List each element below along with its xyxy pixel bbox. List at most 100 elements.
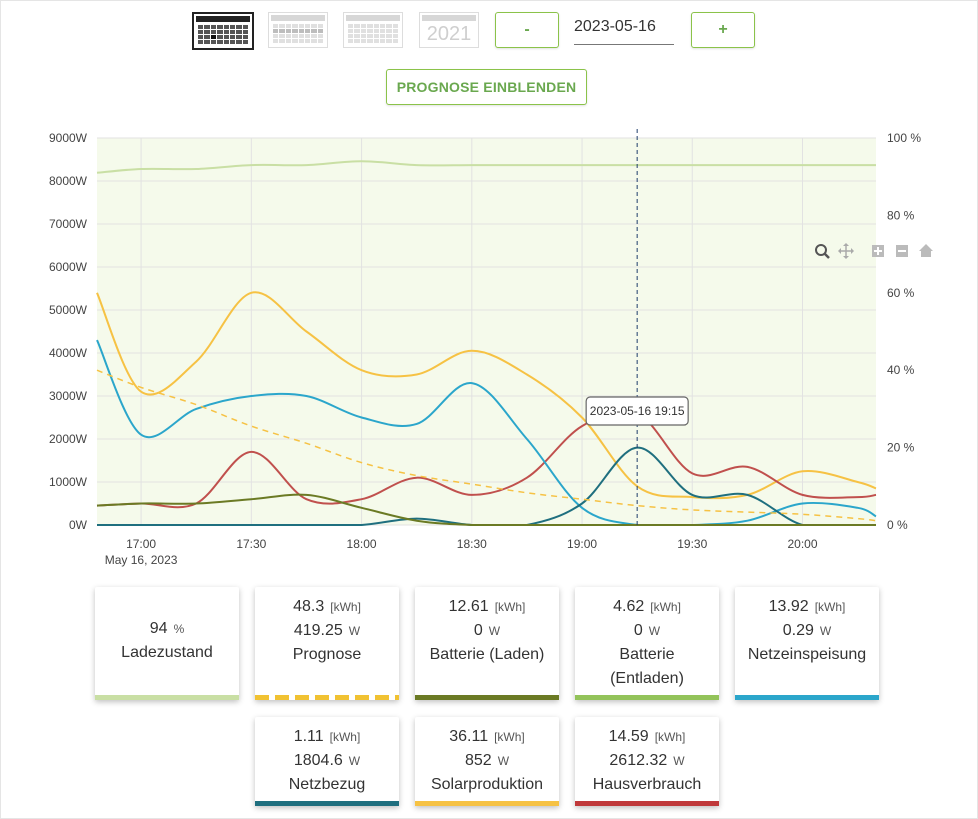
card-solarproduktion: 36.11 [kWh] 852 W Solarproduktion [415,717,559,806]
card-power-value: 0 [473,622,483,639]
card-power-line: 0.29 W [735,619,879,643]
zoom-in-icon[interactable] [872,245,884,257]
card-power-value: 0 [633,622,643,639]
card-energy-unit: [kWh] [494,730,525,744]
x-tick-label: 20:00 [787,537,817,551]
card-energy-line: 14.59 [kWh] [575,725,719,749]
calendar-icon-head [271,15,325,21]
y-right-tick-label: 40 % [887,363,915,377]
card-netzbezug: 1.11 [kWh] 1804.6 W Netzbezug [255,717,399,806]
x-axis-labels: 17:00 17:30 18:00 18:30 19:00 19:30 20:00 May 1… [105,537,818,567]
day-view-button[interactable] [192,12,254,50]
tooltip-text: 2023-05-16 19:15 [590,404,685,418]
card-label: Netzeinspeisung [747,646,867,663]
card-energy-value: 14.59 [608,728,649,745]
card-content: 94% Ladezustand [95,587,239,665]
previous-day-button[interactable]: - [495,12,559,48]
card-label: Batterie (Laden) [429,646,545,663]
calendar-icon-head [346,15,400,21]
card-power-line: 0W [575,619,719,643]
week-view-button[interactable] [268,12,328,48]
card-color-bar [575,801,719,806]
card-energy-line: 48.3 [kWh] [255,595,399,619]
card-color-bar [575,695,719,700]
card-energy-value: 1.11 [293,728,324,745]
card-energy-value: 4.62 [613,598,645,615]
y-axis-left-labels: 0W 1000W 2000W 3000W 4000W 5000W 6000W 7000W 800… [49,131,88,532]
energy-chart-svg[interactable]: 0W 1000W 2000W 3000W 4000W 5000W 6000W 7000W 800… [0,118,978,578]
home-icon[interactable] [919,244,933,257]
card-power-line: 852 W [415,749,559,773]
card-energy-line: 36.11 [kWh] [415,725,559,749]
card-energy-unit: [kWh] [654,730,686,744]
y-axis-right-labels: 0 % 20 % 40 % 60 % 80 % 100 % [887,131,921,532]
year-view-button[interactable]: 2021 [419,12,479,48]
card-power-unit: W [497,754,510,768]
card-color-bar [415,801,559,806]
card-content: 48.3 [kWh] 419.25 W Prognose [255,587,399,667]
card-content: 13.92 [kWh] 0.29 W Netzeinspeisung [735,587,879,667]
card-energy-value: 48.3 [293,598,325,615]
month-view-button[interactable] [343,12,403,48]
card-energy-line: 1.11 [kWh] [255,725,399,749]
card-power-unit: W [348,624,361,638]
card-energy-unit: [kWh] [330,600,361,614]
calendar-icon-head [422,15,476,21]
y-right-tick-label: 20 % [887,441,915,455]
show-forecast-button[interactable]: PROGNOSE EINBLENDEN [386,69,587,105]
plot-background [97,138,876,525]
calendar-icon-head [196,16,250,22]
card-color-bar [255,695,399,700]
card-energy-line: 13.92 [kWh] [735,595,879,619]
card-hausverbrauch: 14.59 [kWh] 2612.32 W Hausverbrauch [575,717,719,806]
card-power-value: 0.29 [782,622,814,639]
zoom-out-icon[interactable] [896,245,908,257]
x-date-label: May 16, 2023 [105,553,178,567]
chart-tooltip: 2023-05-16 19:15 [585,396,689,426]
card-power-line: 419.25 W [255,619,399,643]
y-left-tick-label: 3000W [49,389,88,403]
card-power-unit: W [488,624,501,638]
next-day-button[interactable]: + [691,12,755,48]
card-energy-line: 4.62 [kWh] [575,595,719,619]
card-power-line: 1804.6 W [255,749,399,773]
card-energy-unit: [kWh] [329,730,361,744]
card-energy-unit: [kWh] [650,600,681,614]
energy-chart[interactable]: 0W 1000W 2000W 3000W 4000W 5000W 6000W 7000W 800… [0,118,978,578]
card-energy-line: 12.61 [kWh] [415,595,559,619]
calendar-week-icon [273,24,323,43]
card-energy-unit: % [173,622,185,636]
card-power-unit: W [819,624,832,638]
y-left-tick-label: 7000W [49,217,88,231]
y-left-tick-label: 0W [69,518,88,532]
card-color-bar [255,801,399,806]
card-power-value: 419.25 [293,622,343,639]
card-power-unit: W [648,624,661,638]
card-batterie-laden: 12.61 [kWh] 0 W Batterie (Laden) [415,587,559,700]
card-content: 1.11 [kWh] 1804.6 W Netzbezug [255,717,399,797]
x-tick-label: 19:00 [567,537,597,551]
date-input[interactable]: 2023-05-16 [574,18,674,45]
year-view-label: 2021 [426,23,472,45]
card-ladezustand: 94% Ladezustand [95,587,239,700]
y-left-tick-label: 1000W [49,475,88,489]
x-tick-label: 18:00 [347,537,377,551]
calendar-month-icon [348,24,398,43]
y-right-tick-label: 0 % [887,518,908,532]
card-energy-value: 36.11 [449,728,489,745]
card-batterie-entladen: 4.62 [kWh] 0 W Batterie (Entladen) [575,587,719,700]
view-toolbar: 2021 - 2023-05-16 + [0,12,978,52]
y-left-tick-label: 9000W [49,131,88,145]
card-power-line: 2612.32 W [575,749,719,773]
card-color-bar [735,695,879,700]
card-netzeinspeisung: 13.92 [kWh] 0.29 W Netzeinspeisung [735,587,879,700]
card-power-value: 852 [464,752,492,769]
x-tick-label: 19:30 [677,537,707,551]
x-tick-label: 17:30 [236,537,266,551]
calendar-day-icon [198,25,248,44]
x-tick-label: 18:30 [457,537,487,551]
card-energy-unit: [kWh] [814,600,846,614]
card-label: Prognose [292,646,362,663]
card-energy-value: 12.61 [448,598,489,615]
card-label: Netzbezug [288,776,366,793]
